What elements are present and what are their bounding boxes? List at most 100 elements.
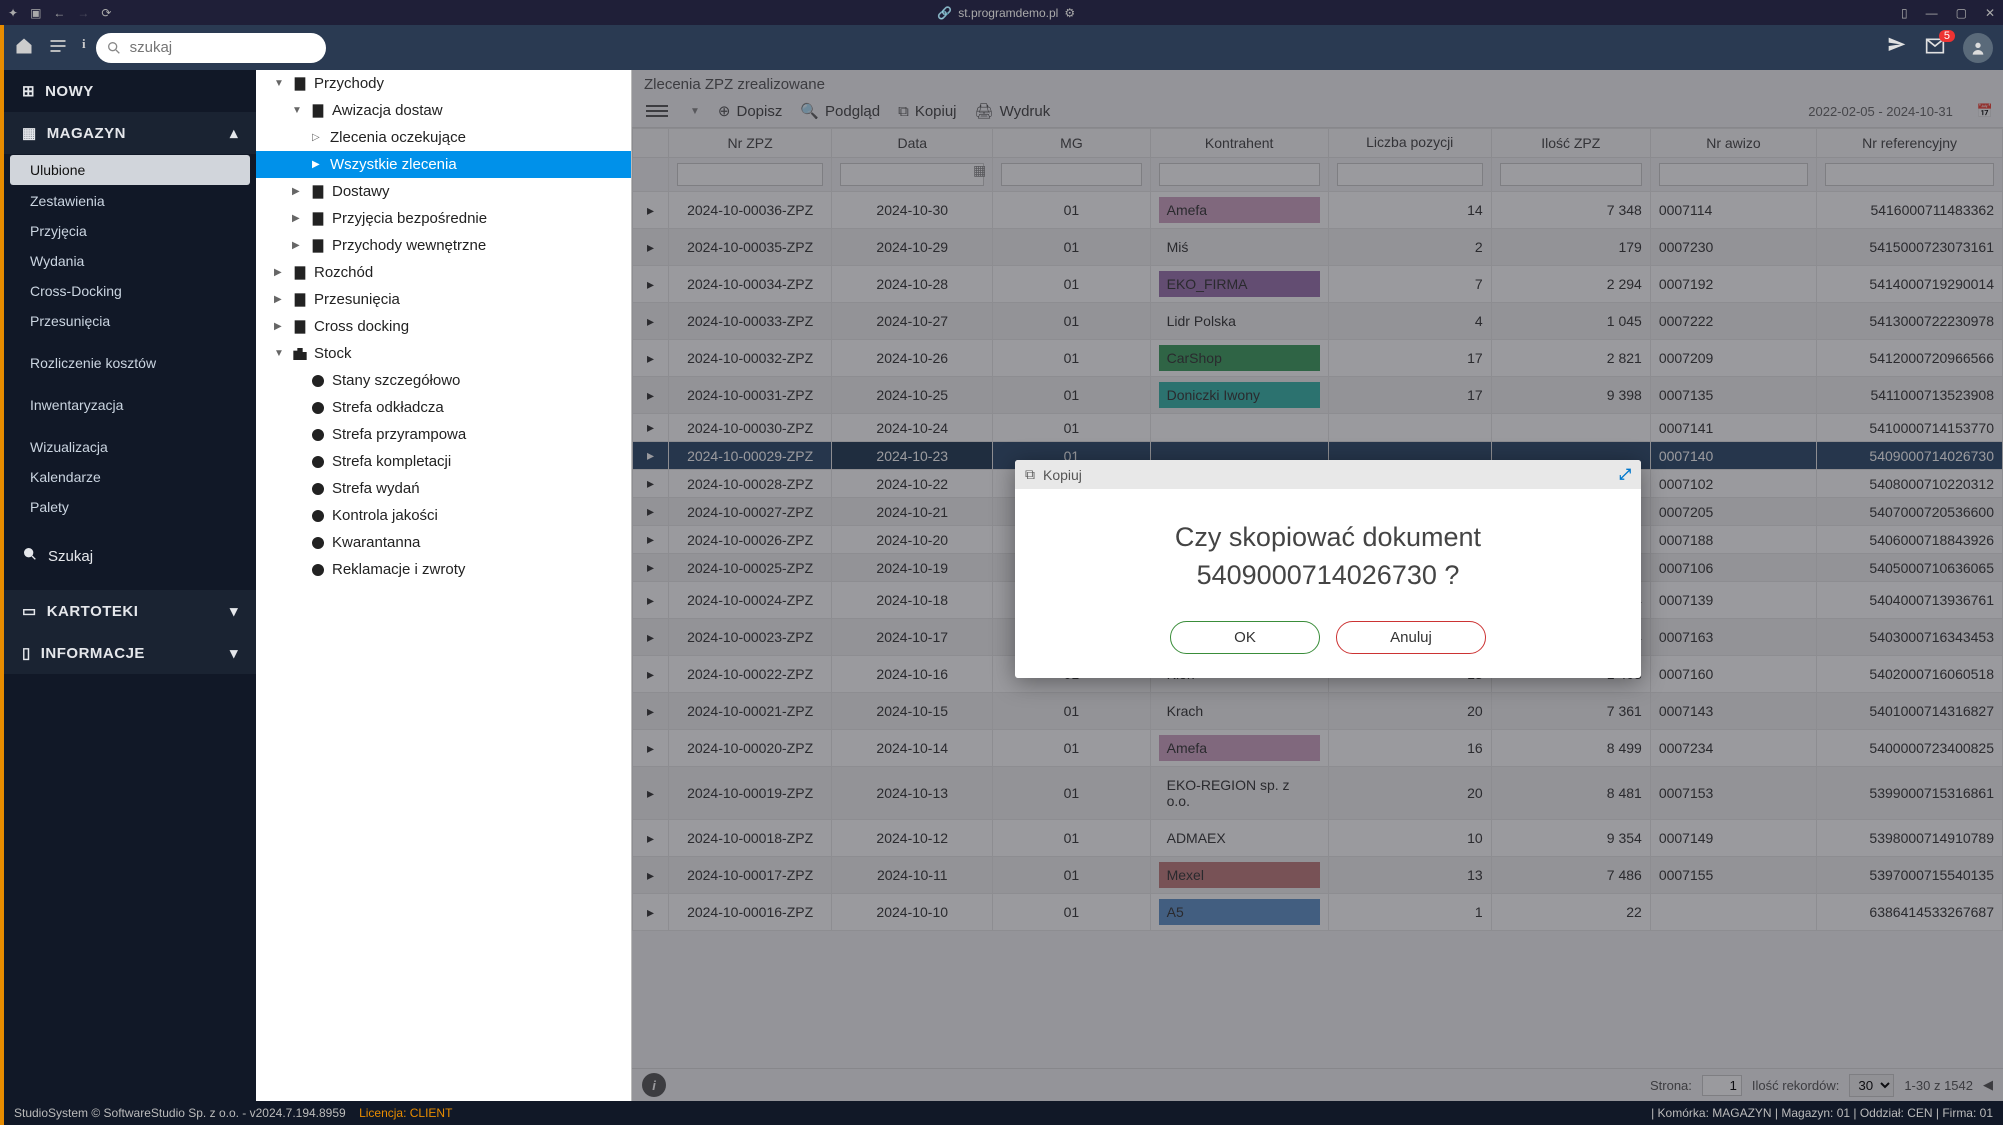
- sidebar-toggle-icon[interactable]: ▯: [1901, 6, 1908, 20]
- tree-item[interactable]: Kontrola jakości: [256, 502, 631, 529]
- tree-item[interactable]: ▶Dostawy: [256, 178, 631, 205]
- tree-item[interactable]: Strefa odkładcza: [256, 394, 631, 421]
- tree-item[interactable]: Kwarantanna: [256, 529, 631, 556]
- filter-kontr[interactable]: [1159, 163, 1320, 186]
- tree-item[interactable]: ▶Przychody wewnętrzne: [256, 232, 631, 259]
- sidebar-item[interactable]: Zestawienia: [4, 186, 256, 216]
- filter-aw[interactable]: [1659, 163, 1808, 186]
- filter-data[interactable]: [840, 163, 984, 186]
- col-awizo[interactable]: Nr awizo: [1650, 129, 1816, 158]
- sidebar-informacje[interactable]: ▯ INFORMACJE ▾: [4, 632, 256, 674]
- filter-nr[interactable]: [677, 163, 823, 186]
- close-window-icon[interactable]: ✕: [1985, 6, 1995, 20]
- mail-icon[interactable]: 5: [1925, 36, 1945, 59]
- table-row[interactable]: ▸2024-10-00016-ZPZ2024-10-1001A512263864…: [633, 894, 2003, 931]
- sidebar-item[interactable]: Wydania: [4, 246, 256, 276]
- search-input[interactable]: [96, 33, 326, 63]
- info-icon[interactable]: i: [82, 36, 86, 59]
- table-row[interactable]: ▸2024-10-00034-ZPZ2024-10-2801EKO_FIRMA7…: [633, 266, 2003, 303]
- table-row[interactable]: ▸2024-10-00032-ZPZ2024-10-2601CarShop172…: [633, 340, 2003, 377]
- sidebar-item[interactable]: Cross-Docking: [4, 276, 256, 306]
- col-nr[interactable]: Nr ZPZ: [669, 129, 832, 158]
- table-row[interactable]: ▸2024-10-00033-ZPZ2024-10-2701Lidr Polsk…: [633, 303, 2003, 340]
- list-icon[interactable]: [48, 36, 68, 59]
- page-input[interactable]: [1702, 1075, 1742, 1096]
- reload-icon[interactable]: ⟳: [101, 6, 111, 20]
- cancel-button[interactable]: Anuluj: [1336, 621, 1486, 654]
- sidebar-palety[interactable]: Palety: [4, 492, 256, 522]
- table-row[interactable]: ▸2024-10-00031-ZPZ2024-10-2501Doniczki I…: [633, 377, 2003, 414]
- tree-item[interactable]: ▶Przesunięcia: [256, 286, 631, 313]
- page-size-select[interactable]: 30: [1849, 1074, 1894, 1097]
- sidebar-inwentaryzacja[interactable]: Inwentaryzacja: [4, 390, 256, 420]
- sidebar-rozliczenie[interactable]: Rozliczenie kosztów: [4, 348, 256, 378]
- tree-label: Reklamacje i zwroty: [332, 561, 465, 578]
- prev-page-icon[interactable]: ◀: [1983, 1077, 1993, 1093]
- chevron-down-icon[interactable]: ▼: [690, 106, 700, 117]
- calendar-icon[interactable]: ▦: [973, 162, 986, 179]
- tree-item[interactable]: ▶Wszystkie zlecenia: [256, 151, 631, 178]
- panel-icon[interactable]: ▣: [30, 6, 41, 20]
- col-mg[interactable]: MG: [993, 129, 1150, 158]
- menu-icon[interactable]: [642, 101, 672, 121]
- col-data[interactable]: Data: [832, 129, 993, 158]
- caret-icon: ▼: [274, 78, 286, 89]
- tree-label: Zlecenia oczekujące: [330, 129, 466, 146]
- col-ref[interactable]: Nr referencyjny: [1817, 129, 2003, 158]
- calendar-icon[interactable]: 📅: [1977, 103, 1993, 119]
- sidebar-nowy[interactable]: ⊞ NOWY: [4, 70, 256, 112]
- table-row[interactable]: ▸2024-10-00035-ZPZ2024-10-2901Miś2179000…: [633, 229, 2003, 266]
- table-row[interactable]: ▸2024-10-00017-ZPZ2024-10-1101Mexel137 4…: [633, 857, 2003, 894]
- sidebar-item[interactable]: Ulubione: [10, 155, 250, 185]
- col-kontrahent[interactable]: Kontrahent: [1150, 129, 1328, 158]
- dialog-close-icon[interactable]: ⤢: [1619, 466, 1631, 483]
- table-row[interactable]: ▸2024-10-00019-ZPZ2024-10-1301EKO-REGION…: [633, 767, 2003, 820]
- tree-item[interactable]: ▶Rozchód: [256, 259, 631, 286]
- sidebar-kalendarze[interactable]: Kalendarze: [4, 462, 256, 492]
- info-icon[interactable]: i: [642, 1073, 666, 1097]
- filter-il[interactable]: [1500, 163, 1642, 186]
- sidebar-szukaj[interactable]: Szukaj: [4, 534, 256, 578]
- sidebar-kartoteki[interactable]: ▭ KARTOTEKI ▾: [4, 590, 256, 632]
- tree-item[interactable]: Strefa przyrampowa: [256, 421, 631, 448]
- tree-item[interactable]: ▷Zlecenia oczekujące: [256, 124, 631, 151]
- home-icon[interactable]: [14, 36, 34, 59]
- filter-lp[interactable]: [1337, 163, 1483, 186]
- filter-ref[interactable]: [1825, 163, 1994, 186]
- dopisz-button[interactable]: ⊕Dopisz: [718, 102, 782, 120]
- tree-item[interactable]: Reklamacje i zwroty: [256, 556, 631, 583]
- tree-item[interactable]: ▼Awizacja dostaw: [256, 97, 631, 124]
- user-avatar[interactable]: [1963, 33, 1993, 63]
- table-row[interactable]: ▸2024-10-00020-ZPZ2024-10-1401Amefa168 4…: [633, 730, 2003, 767]
- sidebar-magazyn[interactable]: ▦ MAGAZYN ▴: [4, 112, 256, 154]
- podglad-button[interactable]: 🔍Podgląd: [800, 102, 880, 120]
- sidebar-item[interactable]: Przyjęcia: [4, 216, 256, 246]
- table-row[interactable]: ▸2024-10-00021-ZPZ2024-10-1501Krach207 3…: [633, 693, 2003, 730]
- col-liczba[interactable]: Liczba pozycji: [1328, 129, 1491, 158]
- settings-icon[interactable]: ⚙: [1064, 6, 1075, 20]
- tree-item[interactable]: ▶Cross docking: [256, 313, 631, 340]
- table-row[interactable]: ▸2024-10-00030-ZPZ2024-10-24010007141541…: [633, 414, 2003, 442]
- filter-mg[interactable]: [1001, 163, 1141, 186]
- kopiuj-button[interactable]: ⧉Kopiuj: [898, 103, 956, 120]
- url-text: st.programdemo.pl: [958, 6, 1058, 20]
- tree-item[interactable]: ▶Przyjęcia bezpośrednie: [256, 205, 631, 232]
- ok-button[interactable]: OK: [1170, 621, 1320, 654]
- tree-item[interactable]: Strefa kompletacji: [256, 448, 631, 475]
- sidebar-wizualizacja[interactable]: Wizualizacja: [4, 432, 256, 462]
- minimize-icon[interactable]: —: [1926, 6, 1938, 20]
- tree-item[interactable]: ▼Stock: [256, 340, 631, 367]
- tree-item[interactable]: Stany szczegółowo: [256, 367, 631, 394]
- tree-item[interactable]: ▼Przychody: [256, 70, 631, 97]
- wydruk-button[interactable]: 🖨Wydruk: [975, 102, 1051, 120]
- maximize-icon[interactable]: ▢: [1956, 6, 1967, 20]
- back-icon[interactable]: ←: [53, 6, 65, 20]
- tree-item[interactable]: Strefa wydań: [256, 475, 631, 502]
- col-ilosc[interactable]: Ilość ZPZ: [1491, 129, 1650, 158]
- sidebar-item[interactable]: Przesunięcia: [4, 306, 256, 336]
- table-row[interactable]: ▸2024-10-00018-ZPZ2024-10-1201ADMAEX109 …: [633, 820, 2003, 857]
- date-range[interactable]: 2022-02-05 - 2024-10-31: [1808, 104, 1959, 119]
- forward-icon[interactable]: →: [77, 6, 89, 20]
- export-icon[interactable]: [1887, 36, 1907, 59]
- table-row[interactable]: ▸2024-10-00036-ZPZ2024-10-3001Amefa147 3…: [633, 192, 2003, 229]
